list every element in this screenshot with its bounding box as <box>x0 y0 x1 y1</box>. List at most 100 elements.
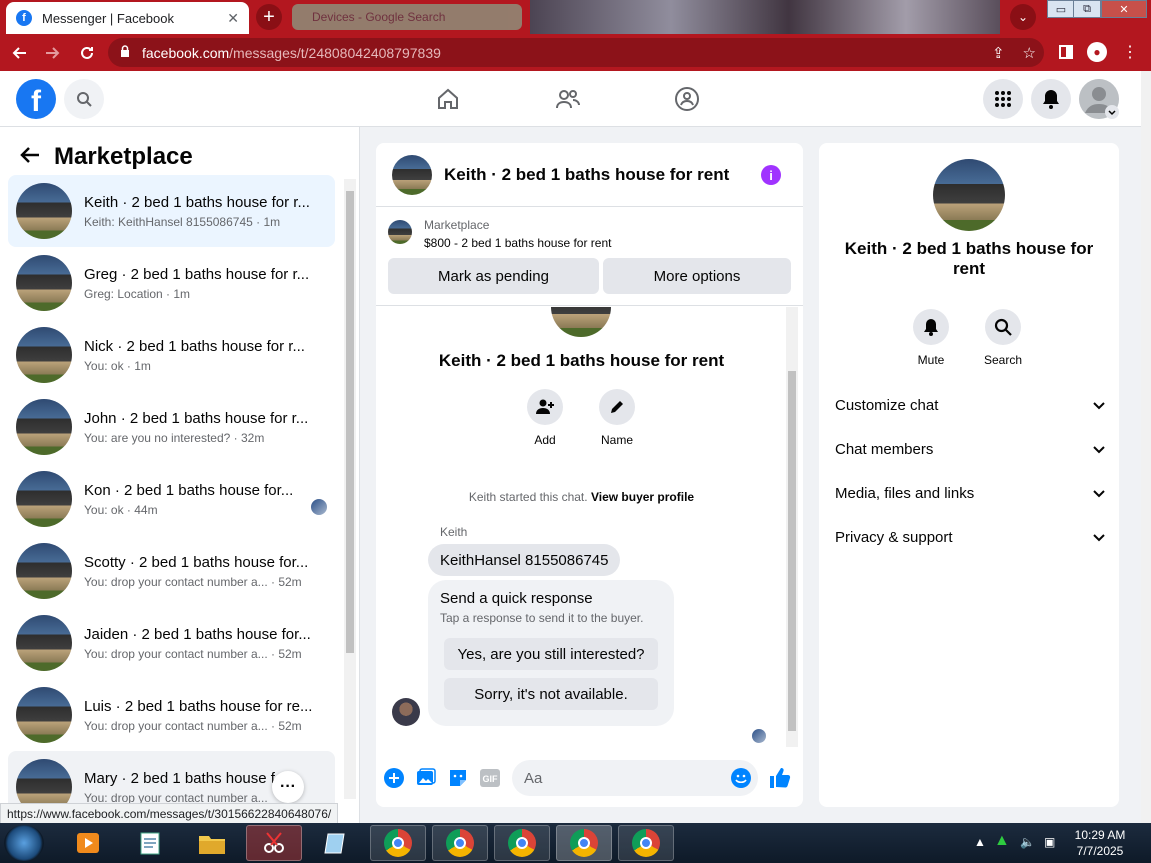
menu-label: Chat members <box>835 440 934 458</box>
conversation-item[interactable]: Keith · 2 bed 1 baths house for r... Keit… <box>8 175 335 247</box>
page-scrollbar[interactable] <box>1141 71 1151 823</box>
groups-icon[interactable] <box>671 83 703 115</box>
reload-icon[interactable] <box>72 38 102 68</box>
started-text: Keith started this chat. <box>468 490 588 504</box>
gif-icon[interactable]: GIF <box>479 767 501 789</box>
chat-details-panel: Keith · 2 bed 1 baths house for rent Mut… <box>819 143 1119 807</box>
profile-name: Keith · 2 bed 1 baths house for rent <box>438 351 725 370</box>
conversation-item[interactable]: Luis · 2 bed 1 baths house for re... You:… <box>8 679 335 751</box>
marketplace-listing-card: Marketplace $800 - 2 bed 1 baths house f… <box>376 208 803 306</box>
message-bubble[interactable]: KeithHansel 8155086745 <box>428 544 621 576</box>
snipping-tool-icon[interactable] <box>246 825 302 861</box>
tray-expand-icon[interactable]: ▲ <box>974 835 986 849</box>
tray-app-icon[interactable]: ▲ <box>994 832 1010 850</box>
conversation-item[interactable]: John · 2 bed 1 baths house for r... You: … <box>8 391 335 463</box>
thread-scrollbar[interactable] <box>786 307 798 747</box>
notes-app-icon[interactable] <box>308 825 364 861</box>
start-button-icon[interactable] <box>4 825 44 861</box>
emoji-icon[interactable] <box>730 767 752 789</box>
search-label: Search <box>983 353 1023 367</box>
facebook-logo-icon[interactable]: f <box>16 79 56 119</box>
chrome-window-icon[interactable] <box>370 825 426 861</box>
privacy-support-item[interactable]: Privacy & support <box>835 515 1105 559</box>
listing-title[interactable]: $800 - 2 bed 1 baths house for rent <box>424 236 611 250</box>
chrome-window-icon[interactable] <box>432 825 488 861</box>
details-name: Keith · 2 bed 1 baths house for rent <box>844 239 1094 278</box>
forward-arrow-icon[interactable] <box>38 38 68 68</box>
listing-thumbnail[interactable] <box>388 220 412 244</box>
address-bar[interactable]: facebook.com/messages/t/2480804240879783… <box>108 38 1044 67</box>
share-icon[interactable]: ⇪ <box>992 44 1005 62</box>
chrome-window-icon-active[interactable] <box>556 825 612 861</box>
side-panel-icon[interactable] <box>1052 38 1080 66</box>
scrollbar-thumb[interactable] <box>346 191 354 653</box>
home-icon[interactable] <box>432 83 464 115</box>
conversation-item[interactable]: Scotty · 2 bed 1 baths house for... You: … <box>8 535 335 607</box>
message-input[interactable] <box>512 760 758 796</box>
file-explorer-icon[interactable] <box>184 825 240 861</box>
plus-circle-icon[interactable] <box>383 767 405 789</box>
sender-name: Keith <box>440 525 468 539</box>
chat-title[interactable]: Keith · 2 bed 1 baths house for rent <box>444 165 729 185</box>
info-icon[interactable]: i <box>761 165 781 185</box>
system-clock[interactable]: 10:29 AM 7/7/2025 <box>1068 827 1132 859</box>
tab-search-chevron-icon[interactable]: ⌄ <box>1010 4 1036 30</box>
new-tab-button[interactable]: + <box>256 4 282 30</box>
tab-title: Messenger | Facebook <box>42 10 174 26</box>
chat-members-item[interactable]: Chat members <box>835 427 1105 471</box>
tab-messenger[interactable]: f Messenger | Facebook ✕ <box>6 2 249 34</box>
add-label: Add <box>534 433 556 447</box>
conversation-item[interactable]: Jaiden · 2 bed 1 baths house for... You: … <box>8 607 335 679</box>
add-action[interactable]: Add <box>515 389 575 447</box>
listing-avatar <box>16 687 72 743</box>
bookmark-star-icon[interactable]: ☆ <box>1023 44 1036 62</box>
more-options-button[interactable]: ··· <box>272 771 304 803</box>
tab-background[interactable]: Devices - Google Search <box>292 4 522 30</box>
network-icon[interactable]: ▣ <box>1044 835 1055 849</box>
window-minimize-button[interactable]: ▭ <box>1047 0 1075 18</box>
quick-response-unavailable-button[interactable]: Sorry, it's not available. <box>444 678 658 710</box>
window-restore-button[interactable]: ⧉ <box>1073 0 1101 18</box>
notepad-icon[interactable] <box>122 825 178 861</box>
customize-chat-item[interactable]: Customize chat <box>835 383 1105 427</box>
back-arrow-icon[interactable] <box>4 38 34 68</box>
message-composer: GIF <box>376 755 803 803</box>
window-close-button[interactable]: ✕ <box>1101 0 1147 18</box>
scrollbar-thumb[interactable] <box>788 371 796 731</box>
chrome-window-icon[interactable] <box>618 825 674 861</box>
mark-as-pending-button[interactable]: Mark as pending <box>388 258 599 294</box>
profile-icon[interactable]: ● <box>1083 38 1111 66</box>
chat-avatar[interactable] <box>392 154 432 195</box>
listing-avatar <box>16 399 72 455</box>
media-files-links-item[interactable]: Media, files and links <box>835 471 1105 515</box>
chat-started-note: Keith started this chat. View buyer prof… <box>376 490 787 504</box>
tab-close-icon[interactable]: ✕ <box>227 10 239 27</box>
notifications-bell-icon[interactable] <box>1031 79 1071 119</box>
back-arrow-icon[interactable] <box>20 144 40 170</box>
conversation-item[interactable]: Nick · 2 bed 1 baths house for r... You: … <box>8 319 335 391</box>
search-action[interactable]: Search <box>973 309 1033 367</box>
volume-icon[interactable]: 🔈 <box>1020 835 1035 849</box>
friends-icon[interactable] <box>552 83 584 115</box>
view-buyer-profile-link[interactable]: View buyer profile <box>591 490 694 504</box>
sticker-icon[interactable] <box>447 767 469 789</box>
conversation-item[interactable]: Kon · 2 bed 1 baths house for... You: ok … <box>8 463 335 535</box>
conversation-snippet: You: drop your contact number a... · 52m <box>84 574 302 589</box>
menu-grid-icon[interactable] <box>983 79 1023 119</box>
link-status-url: https://www.facebook.com/messages/t/3015… <box>0 803 339 824</box>
media-player-icon[interactable] <box>60 825 116 861</box>
account-avatar-icon[interactable] <box>1079 79 1119 119</box>
mute-action[interactable]: Mute <box>901 309 961 367</box>
photo-icon[interactable] <box>415 767 437 789</box>
thumbs-up-icon[interactable] <box>769 767 791 789</box>
browser-menu-icon[interactable]: ⋮ <box>1116 38 1144 66</box>
conversation-item[interactable]: Greg · 2 bed 1 baths house for r... Greg:… <box>8 247 335 319</box>
quick-response-interested-button[interactable]: Yes, are you still interested? <box>444 638 658 670</box>
url-host: facebook.com <box>142 44 230 61</box>
name-action[interactable]: Name <box>587 389 647 447</box>
chrome-window-icon[interactable] <box>494 825 550 861</box>
conversation-list-scrollbar[interactable] <box>344 179 356 799</box>
more-options-button[interactable]: More options <box>603 258 791 294</box>
url-path: /messages/t/24808042408797839 <box>229 44 441 61</box>
search-icon[interactable] <box>64 79 104 119</box>
